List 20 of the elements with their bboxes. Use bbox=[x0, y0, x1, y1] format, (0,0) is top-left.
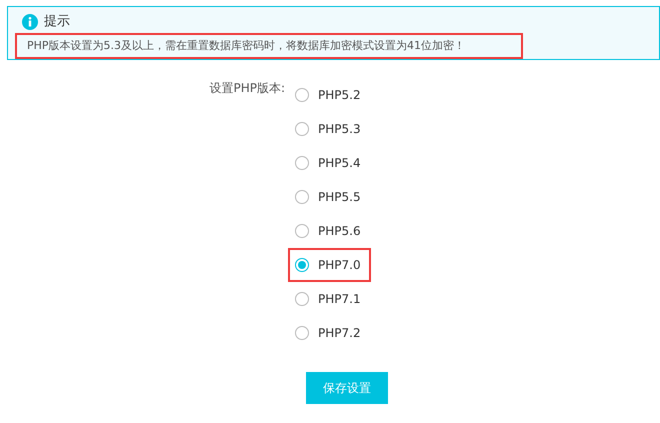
radio-option[interactable]: PHP5.3 bbox=[288, 112, 371, 146]
radio-option[interactable]: PHP5.6 bbox=[288, 214, 371, 248]
radio-button[interactable] bbox=[295, 190, 309, 204]
radio-option[interactable]: PHP5.4 bbox=[288, 146, 371, 180]
radio-button[interactable] bbox=[295, 122, 309, 136]
radio-button[interactable] bbox=[295, 326, 309, 340]
radio-button[interactable] bbox=[295, 88, 309, 102]
radio-option[interactable]: PHP7.1 bbox=[288, 282, 371, 316]
notice-message: PHP版本设置为5.3及以上，需在重置数据库密码时，将数据库加密模式设置为41位加密！ bbox=[15, 33, 523, 59]
radio-button[interactable] bbox=[295, 156, 309, 170]
radio-button[interactable] bbox=[295, 258, 309, 272]
field-label: 设置PHP版本: bbox=[208, 80, 286, 97]
radio-button[interactable] bbox=[295, 292, 309, 306]
radio-option[interactable]: PHP7.0 bbox=[288, 248, 371, 282]
radio-option[interactable]: PHP5.5 bbox=[288, 180, 371, 214]
radio-option[interactable]: PHP5.2 bbox=[288, 78, 371, 112]
radio-button[interactable] bbox=[295, 224, 309, 238]
radio-option[interactable]: PHP7.2 bbox=[288, 316, 371, 350]
notice-title: 提示 bbox=[44, 14, 70, 30]
info-icon bbox=[22, 14, 38, 30]
